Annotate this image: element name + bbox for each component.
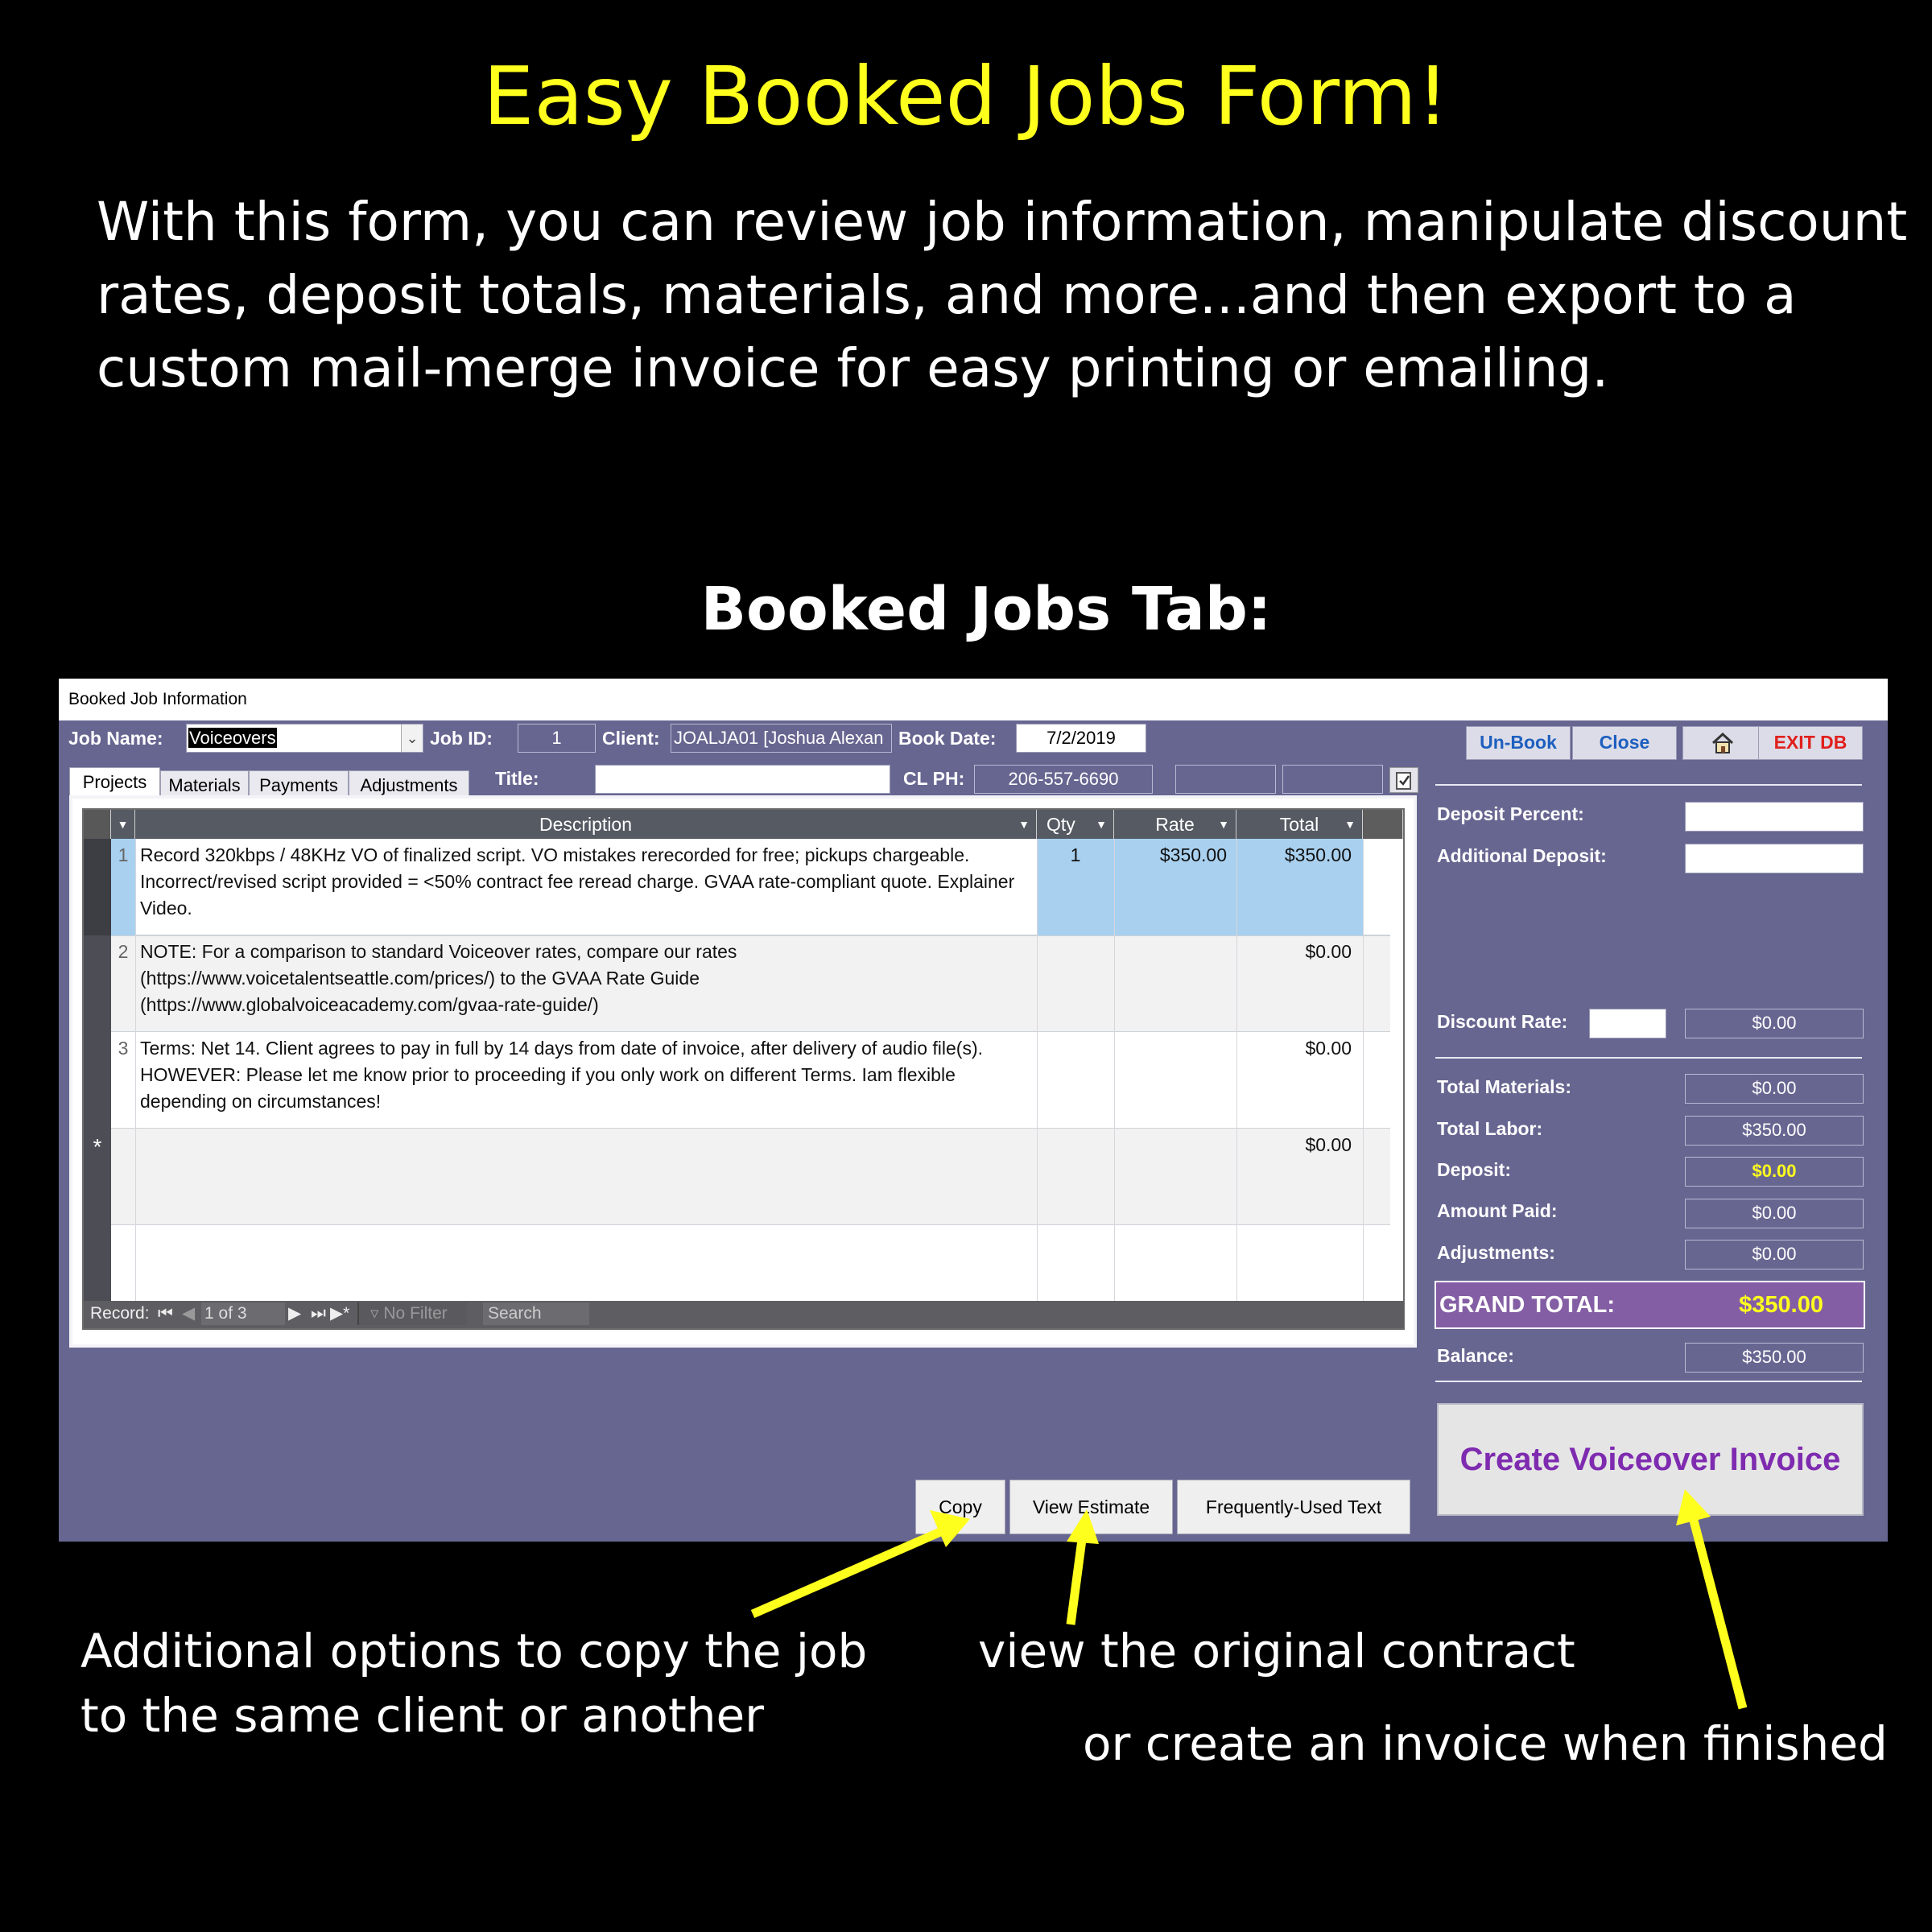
copy-note: Additional options to copy the job to th…: [80, 1619, 867, 1748]
estimate-note: view the original contract: [978, 1624, 1575, 1678]
arrow-head-icon: [930, 1510, 970, 1547]
arrow-to-create-invoice: [1688, 1516, 1748, 1710]
arrow-head-icon: [1676, 1489, 1711, 1525]
copy-note-line: Additional options to copy the job: [80, 1624, 868, 1678]
arrow-head-icon: [1067, 1509, 1099, 1544]
arrow-to-copy: [750, 1525, 948, 1619]
copy-note-line: to the same client or another: [80, 1688, 764, 1743]
arrow-to-view-estimate: [1066, 1533, 1088, 1625]
invoice-note: or create an invoice when finished: [1083, 1716, 1888, 1771]
